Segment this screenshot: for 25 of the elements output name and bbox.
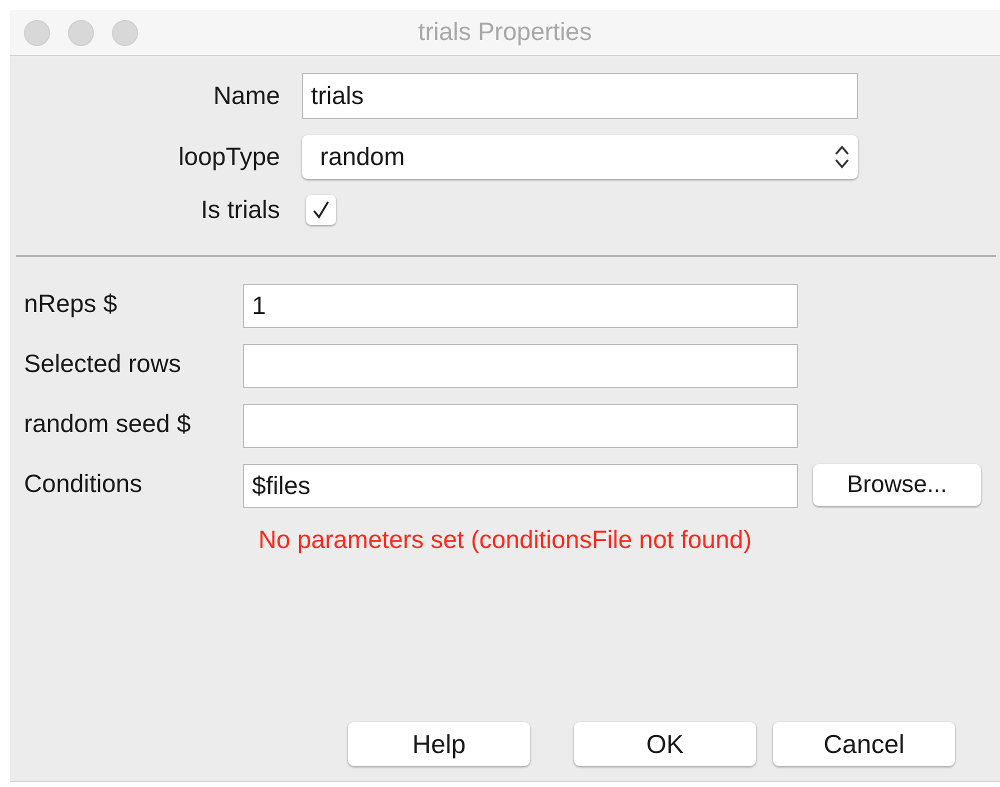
chevron-icon xyxy=(834,143,850,171)
window-control-icon[interactable] xyxy=(24,20,50,46)
field-label: Selected rows xyxy=(24,349,182,379)
field-label: Is trials xyxy=(200,196,280,224)
checkbox[interactable] xyxy=(306,195,336,225)
window-title: trials Properties xyxy=(418,18,592,47)
browse-button[interactable]: Browse... xyxy=(813,464,981,506)
field-label: nReps $ xyxy=(24,289,118,319)
field-label: loopType xyxy=(178,142,280,172)
checkmark-icon xyxy=(311,200,331,220)
loop-type-dropdown[interactable]: random xyxy=(302,135,858,179)
error-message: No parameters set (conditionsFile not found) xyxy=(258,526,752,555)
dialog-button[interactable]: OK xyxy=(574,722,756,766)
dialog-button[interactable]: Cancel xyxy=(773,722,955,766)
dialog-button[interactable]: Help xyxy=(348,722,530,766)
window-control-icon[interactable] xyxy=(68,20,94,46)
input-field[interactable] xyxy=(243,404,798,448)
field-label: random seed $ xyxy=(24,409,192,439)
input-field[interactable] xyxy=(243,344,798,388)
input-field[interactable]: $files xyxy=(243,464,798,508)
input-field[interactable]: 1 xyxy=(243,284,798,328)
field-label: Conditions xyxy=(24,469,144,499)
window-control-icon[interactable] xyxy=(112,20,138,46)
name-field[interactable]: trials xyxy=(302,73,858,119)
field-label: Name xyxy=(213,82,280,110)
